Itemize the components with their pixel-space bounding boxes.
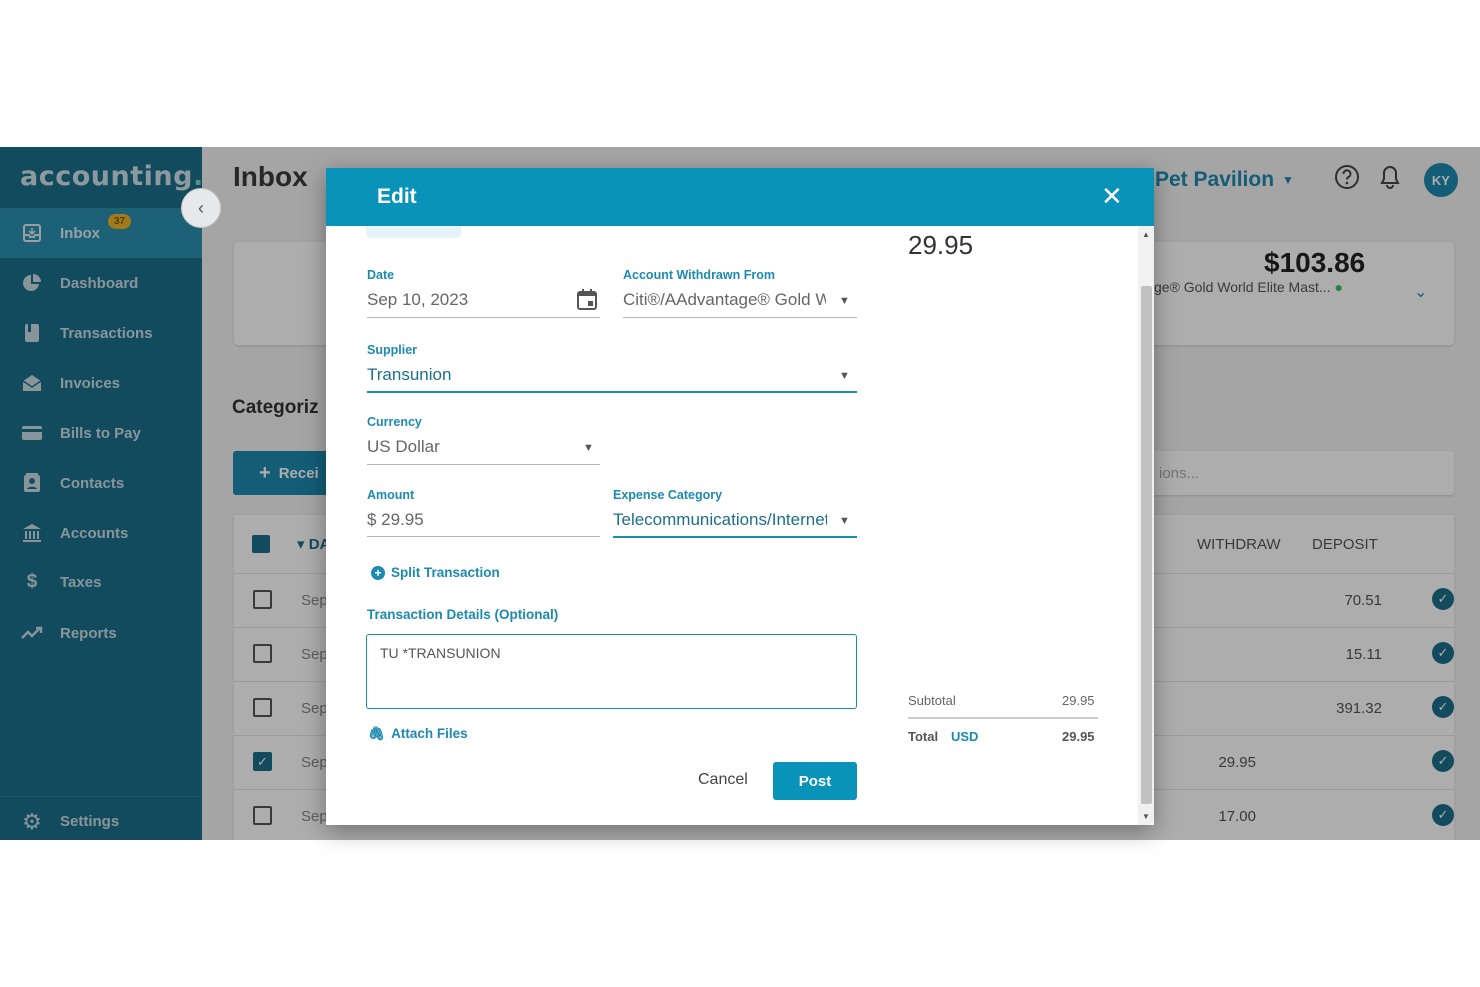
scroll-down-icon[interactable]: ▼ bbox=[1142, 812, 1150, 821]
date-label: Date bbox=[367, 268, 395, 282]
currency-select[interactable]: US Dollar bbox=[367, 437, 567, 457]
dropdown-arrow-icon[interactable]: ▼ bbox=[839, 515, 850, 527]
transaction-details-label: Transaction Details (Optional) bbox=[367, 607, 559, 622]
supplier-label: Supplier bbox=[367, 343, 418, 357]
scroll-up-icon[interactable]: ▲ bbox=[1142, 230, 1150, 239]
collapse-sidebar-button[interactable]: ‹ bbox=[181, 188, 221, 228]
account-underline bbox=[623, 317, 857, 318]
calendar-icon[interactable] bbox=[577, 289, 597, 315]
dialog-title: Edit bbox=[377, 185, 417, 208]
total-currency: USD bbox=[951, 729, 979, 744]
currency-label: Currency bbox=[367, 415, 422, 429]
dialog-scrollbar[interactable]: ▲ ▼ bbox=[1138, 226, 1154, 825]
total-value: 29.95 bbox=[1062, 729, 1095, 744]
transaction-details-textarea[interactable]: TU *TRANSUNION bbox=[366, 634, 857, 709]
dialog-header: Edit ✕ bbox=[326, 168, 1154, 226]
supplier-select[interactable]: Transunion bbox=[367, 365, 807, 385]
close-icon[interactable]: ✕ bbox=[1101, 181, 1123, 212]
cancel-button[interactable]: Cancel bbox=[698, 771, 748, 789]
chevron-left-icon: ‹ bbox=[198, 197, 204, 218]
dropdown-arrow-icon[interactable]: ▼ bbox=[839, 295, 850, 307]
date-field[interactable]: Sep 10, 2023 bbox=[367, 290, 567, 310]
edit-transaction-dialog: Edit ✕ Date Sep 10, 2023 Account Withdra… bbox=[326, 168, 1154, 825]
attach-files-button[interactable]: 🖇 Attach Files bbox=[368, 726, 468, 742]
paperclip-icon: 🖇 bbox=[368, 726, 386, 741]
receipt-amount: 29.95 bbox=[908, 230, 974, 260]
amount-input[interactable]: $ 29.95 bbox=[367, 510, 587, 530]
date-underline bbox=[367, 317, 600, 318]
expense-category-select[interactable]: Telecommunications/Internet bbox=[613, 510, 827, 530]
dropdown-arrow-icon[interactable]: ▼ bbox=[583, 442, 594, 454]
account-select[interactable]: Citi®/AAdvantage® Gold World Elite Mast bbox=[623, 290, 826, 310]
supplier-underline bbox=[367, 391, 857, 393]
expense-category-label: Expense Category bbox=[613, 488, 723, 502]
amount-label: Amount bbox=[367, 488, 415, 502]
subtotal-label: Subtotal bbox=[908, 693, 956, 708]
receipt-summary-pane: 29.95 Subtotal 29.95 Total USD 29.95 bbox=[882, 226, 1154, 825]
currency-underline bbox=[367, 464, 600, 465]
post-button[interactable]: Post bbox=[773, 762, 857, 800]
dropdown-arrow-icon[interactable]: ▼ bbox=[839, 370, 850, 382]
split-transaction-button[interactable]: + Split Transaction bbox=[371, 565, 500, 580]
subtotal-value: 29.95 bbox=[1062, 693, 1095, 708]
scrollbar-thumb[interactable] bbox=[1141, 286, 1152, 804]
account-label: Account Withdrawn From bbox=[623, 268, 775, 282]
amount-underline bbox=[367, 536, 600, 537]
tab-strip[interactable] bbox=[366, 226, 461, 238]
plus-circle-icon: + bbox=[371, 565, 385, 580]
summary-divider bbox=[908, 717, 1098, 719]
total-label: Total bbox=[908, 729, 939, 744]
expense-category-underline bbox=[613, 536, 857, 538]
